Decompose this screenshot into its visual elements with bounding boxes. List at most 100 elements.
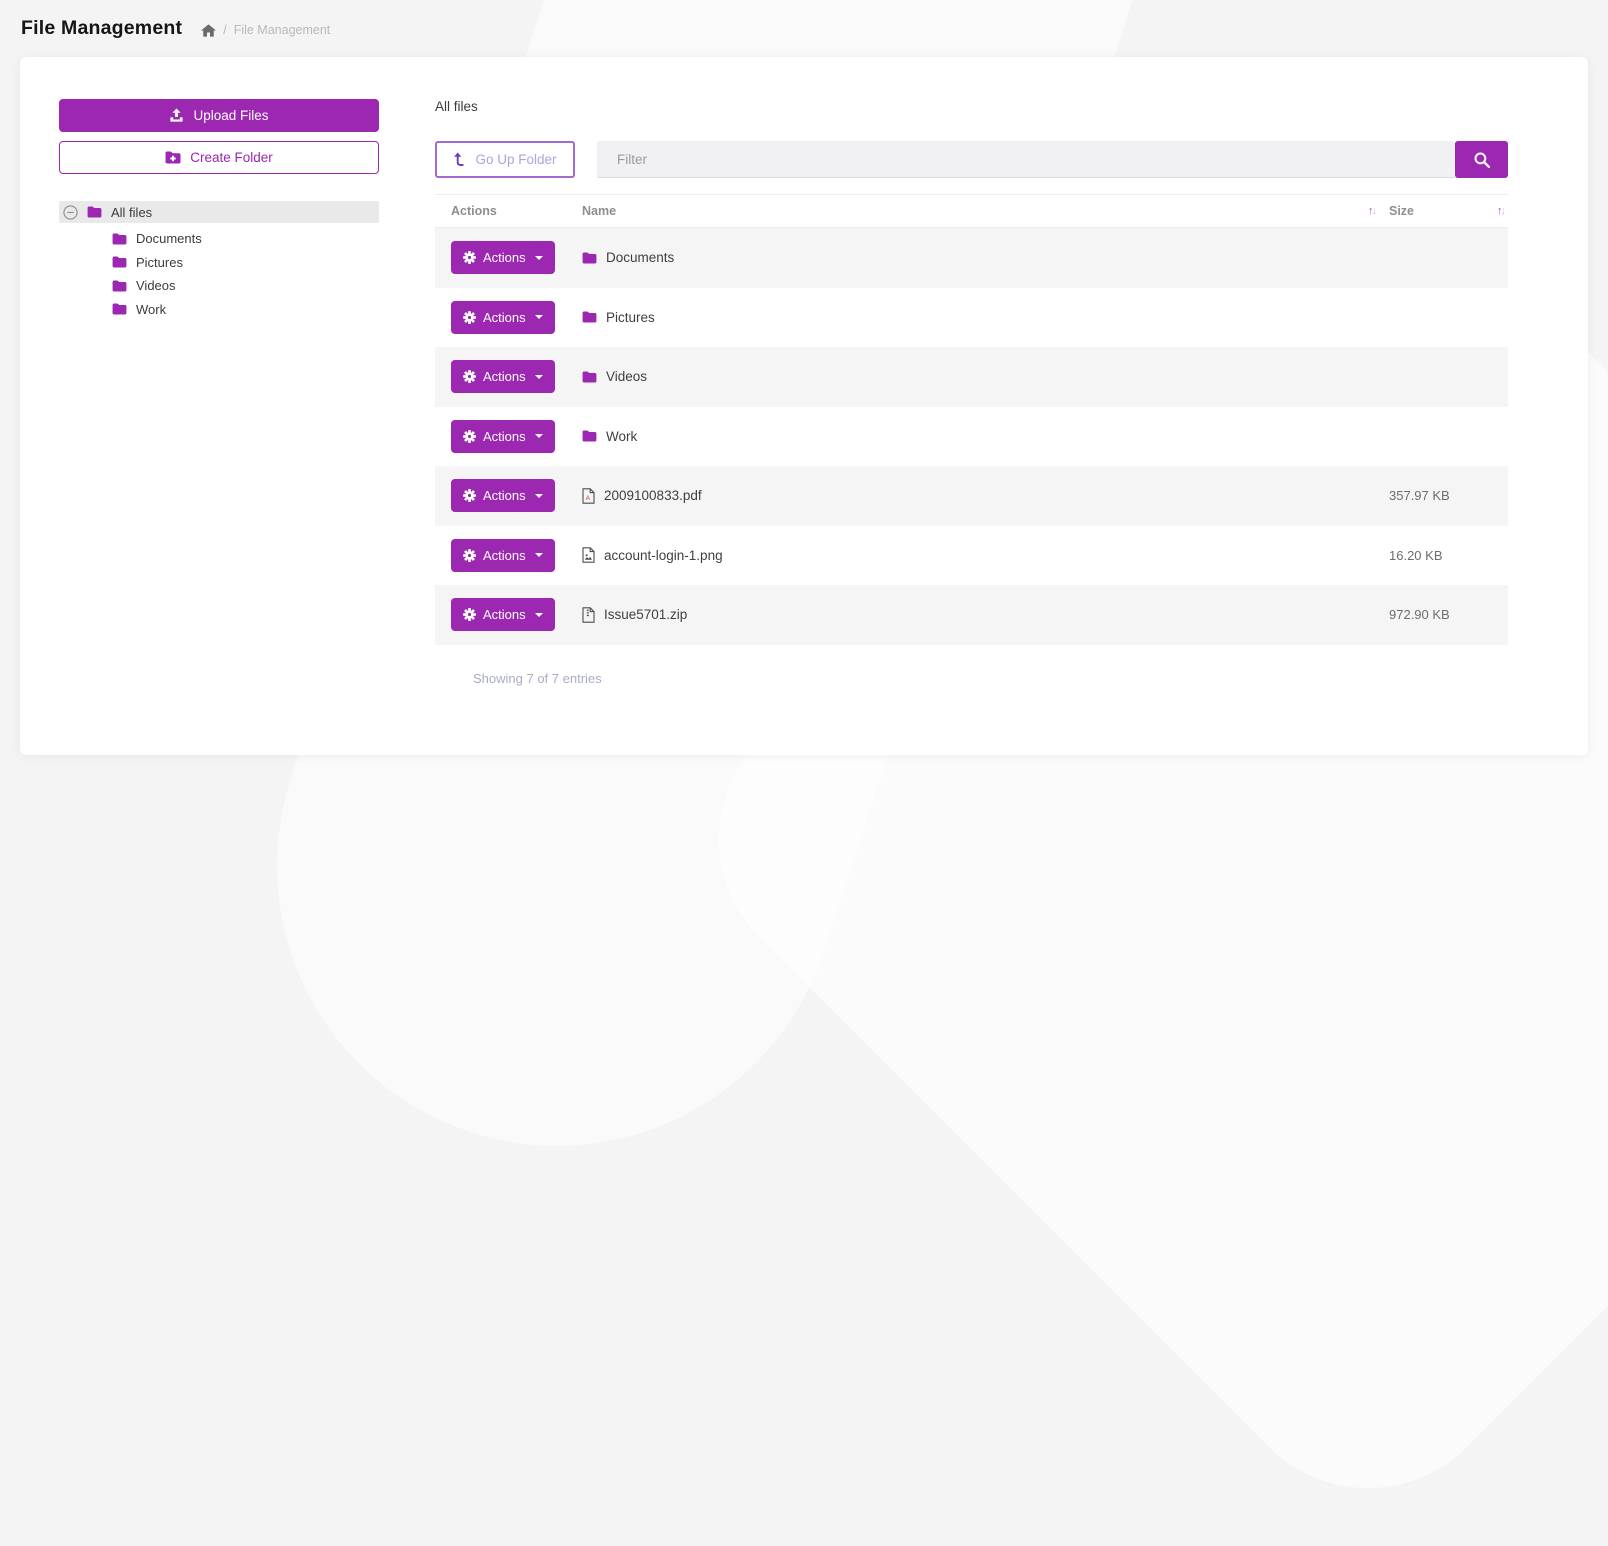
sort-down-arrow: ↓: [1372, 205, 1376, 217]
folder-icon: [112, 303, 127, 315]
upload-icon: [169, 108, 184, 123]
table-row: Actions Videos: [435, 347, 1508, 407]
column-header-actions: Actions: [435, 204, 582, 218]
tree-item-all-files[interactable]: All files: [59, 201, 379, 223]
image-file-icon: [582, 547, 595, 563]
actions-button-label: Actions: [483, 488, 526, 503]
file-size: 16.20 KB: [1389, 548, 1508, 563]
table-row: Actions Documents: [435, 228, 1508, 288]
breadcrumb-separator: /: [223, 23, 226, 37]
svg-text:A: A: [586, 495, 591, 502]
row-actions-button[interactable]: Actions: [451, 241, 555, 274]
breadcrumb-current: File Management: [234, 23, 331, 37]
folder-tree: All files Documents Pictures Videos Work: [59, 201, 379, 321]
folder-icon: [112, 233, 127, 245]
table-header-row: Actions Name ↑↓ Size ↑↓: [435, 194, 1508, 228]
tree-root-label: All files: [111, 205, 152, 220]
row-actions-button[interactable]: Actions: [451, 420, 555, 453]
caret-down-icon: [535, 375, 543, 379]
file-name-cell[interactable]: Work: [582, 429, 1389, 444]
upload-files-label: Upload Files: [193, 108, 268, 123]
row-actions-button[interactable]: Actions: [451, 539, 555, 572]
entries-summary: Showing 7 of 7 entries: [435, 671, 1508, 686]
folder-icon: [582, 252, 597, 264]
row-actions-button[interactable]: Actions: [451, 301, 555, 334]
actions-cell: Actions: [435, 301, 582, 334]
sort-icon-size[interactable]: ↑↓: [1497, 205, 1504, 217]
tree-item[interactable]: Documents: [112, 227, 379, 251]
actions-cell: Actions: [435, 241, 582, 274]
gear-icon: [463, 489, 476, 502]
actions-cell: Actions: [435, 539, 582, 572]
file-size: 357.97 KB: [1389, 488, 1508, 503]
caret-down-icon: [535, 315, 543, 319]
gear-icon: [463, 311, 476, 324]
home-icon[interactable]: [201, 24, 216, 37]
file-name-cell[interactable]: Documents: [582, 250, 1389, 265]
tree-item[interactable]: Videos: [112, 274, 379, 298]
gear-icon: [463, 251, 476, 264]
folder-icon: [582, 371, 597, 383]
sort-icon-name[interactable]: ↑↓: [1368, 205, 1375, 217]
tree-item-label: Pictures: [136, 255, 183, 270]
file-name: Videos: [606, 369, 647, 384]
file-name: Documents: [606, 250, 674, 265]
file-name: Work: [606, 429, 637, 444]
actions-cell: Actions: [435, 420, 582, 453]
tree-item[interactable]: Work: [112, 298, 379, 322]
column-header-name[interactable]: Name ↑↓: [582, 204, 1389, 218]
caret-down-icon: [535, 553, 543, 557]
tree-item[interactable]: Pictures: [112, 251, 379, 275]
folder-icon: [112, 280, 127, 292]
tree-item-label: Work: [136, 302, 166, 317]
go-up-folder-button[interactable]: Go Up Folder: [435, 141, 575, 178]
file-name: 2009100833.pdf: [604, 488, 702, 503]
row-actions-button[interactable]: Actions: [451, 598, 555, 631]
actions-button-label: Actions: [483, 310, 526, 325]
actions-button-label: Actions: [483, 548, 526, 563]
actions-cell: Actions: [435, 360, 582, 393]
file-size: 972.90 KB: [1389, 607, 1508, 622]
file-name-cell[interactable]: Issue5701.zip: [582, 607, 1389, 623]
actions-button-label: Actions: [483, 369, 526, 384]
go-up-folder-label: Go Up Folder: [475, 152, 556, 167]
caret-down-icon: [535, 613, 543, 617]
folder-plus-icon: [165, 151, 181, 164]
actions-cell: Actions: [435, 598, 582, 631]
collapse-icon[interactable]: [63, 205, 78, 220]
content-card: Upload Files Create Folder All files Do: [20, 57, 1588, 755]
search-button[interactable]: [1455, 141, 1508, 178]
caret-down-icon: [535, 256, 543, 260]
table-row: Actions Work: [435, 407, 1508, 467]
sidebar: Upload Files Create Folder All files Do: [59, 99, 379, 755]
create-folder-button[interactable]: Create Folder: [59, 141, 379, 174]
file-name-cell[interactable]: Pictures: [582, 310, 1389, 325]
filter-input[interactable]: [597, 141, 1455, 178]
create-folder-label: Create Folder: [190, 150, 273, 165]
folder-icon: [112, 256, 127, 268]
folder-icon: [582, 311, 597, 323]
search-icon: [1473, 151, 1491, 169]
page-title: File Management: [21, 17, 182, 40]
level-up-icon: [453, 152, 466, 167]
name-header-label: Name: [582, 204, 616, 218]
column-header-size[interactable]: Size ↑↓: [1389, 204, 1508, 218]
row-actions-button[interactable]: Actions: [451, 479, 555, 512]
upload-files-button[interactable]: Upload Files: [59, 99, 379, 132]
file-name-cell[interactable]: Videos: [582, 369, 1389, 384]
breadcrumb: / File Management: [201, 20, 330, 37]
gear-icon: [463, 370, 476, 383]
folder-icon: [87, 206, 102, 218]
row-actions-button[interactable]: Actions: [451, 360, 555, 393]
table-row: Actions account-login-1.png 16.20 KB: [435, 526, 1508, 586]
tree-item-label: Videos: [136, 278, 176, 293]
table-row: Actions A 2009100833.pdf 357.97 KB: [435, 466, 1508, 526]
file-name-cell[interactable]: account-login-1.png: [582, 547, 1389, 563]
actions-button-label: Actions: [483, 429, 526, 444]
caret-down-icon: [535, 494, 543, 498]
file-table: Actions Name ↑↓ Size ↑↓ Actions: [435, 194, 1508, 645]
file-name-cell[interactable]: A 2009100833.pdf: [582, 488, 1389, 504]
file-table-body: Actions Documents Actions: [435, 228, 1508, 645]
folder-icon: [582, 430, 597, 442]
folder-tree-children: Documents Pictures Videos Work: [112, 227, 379, 321]
